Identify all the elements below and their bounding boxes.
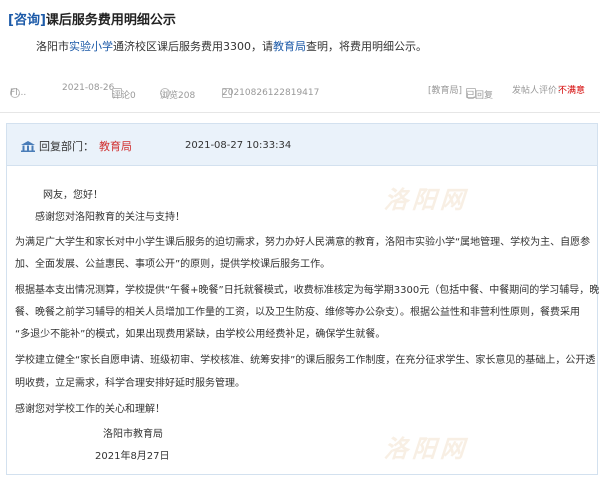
paragraph: 餐、晚餐之前学习辅导的相关人员增加工作量的工资，以及卫生防疫、维修等办公杂支）。… [15,307,580,318]
building-icon [21,141,35,152]
paragraph: “多退少不能补”的模式，如果出现费用紧缺，由学校公用经费补足，确保学生就餐。 [15,329,386,340]
greeting: 网友，您好！ [43,190,103,201]
question-content: 洛阳市实验小学通济校区课后服务费用3300，请教育局查明，将费用明细公示。 [36,38,427,54]
reply-time: 2021-08-27 10:33:34 [185,140,292,151]
bureau-link[interactable]: 教育局 [273,40,306,53]
category-tag[interactable]: [咨询] [8,13,46,28]
dept-tag[interactable]: [教育局] [428,83,462,96]
signature: 洛阳市教育局 [103,429,163,440]
closing: 感谢您对学校工作的关心和理解！ [15,404,165,415]
thanks: 感谢您对洛阳教育的关注与支持！ [35,212,185,223]
question-text-1: 洛阳市 [36,40,69,53]
post-date: 2021-08-26 [62,83,115,93]
divider [0,112,600,113]
paragraph: 明收费，立足需求，科学合理安排好延时服务管理。 [15,378,245,389]
title-text: 课后服务费用明细公示 [45,13,176,28]
reply-dept-label: 回复部门： [39,140,94,153]
watermark: 洛阳网 [381,186,475,214]
question-text-2: 通济校区课后服务费用3300，请 [113,40,273,53]
reply-dept[interactable]: 教育局 [99,138,132,154]
question-text-3: 查明，将费用明细公示。 [306,40,427,53]
page-title: [咨询]课后服务费用明细公示 [8,9,176,28]
reply-panel: 回复部门： 教育局 2021-08-27 10:33:34 洛阳网 洛阳网 网友… [6,123,600,475]
rating-value: 不满意 [558,86,586,96]
paragraph: 根据基本支出情况测算，学校提供“午餐+晚餐”日托就餐模式，收费标准核定为每学期3… [15,285,600,296]
sign-date: 2021年8月27日 [95,451,170,462]
school-link[interactable]: 实验小学 [69,40,113,53]
paragraph: 学校建立健全“家长自愿申请、班级初审、学校核准、统筹安排”的课后服务工作制度，在… [15,355,596,366]
paragraph: 为满足广大学生和家长对中小学生课后服务的迫切需求，努力办好人民满意的教育，洛阳市… [15,237,591,248]
watermark: 洛阳网 [381,435,475,463]
paragraph: 加、全面发展、公益惠民、事项公开”的原则，提供学校课后服务工作。 [15,259,331,270]
reply-header: 回复部门： 教育局 2021-08-27 10:33:34 [7,124,597,166]
post-meta: Fl... 2021-08-26 评论0 浏览208 2021082612281… [10,83,586,101]
